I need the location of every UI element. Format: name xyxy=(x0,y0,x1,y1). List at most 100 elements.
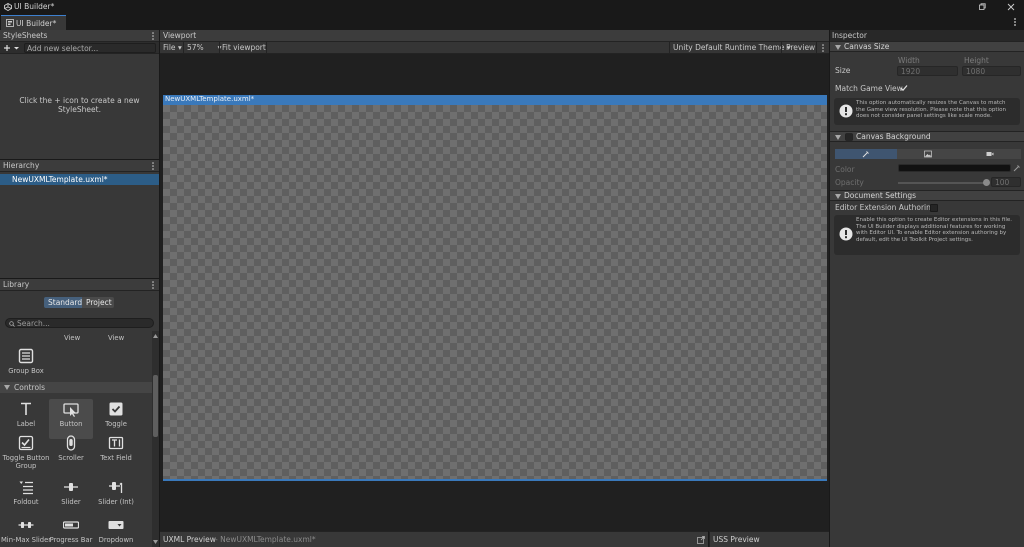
opacity-label: Opacity xyxy=(835,178,864,187)
tab-ui-builder[interactable]: UI Builder* xyxy=(1,15,66,30)
section-title: Canvas Background xyxy=(856,132,931,141)
section-canvas-size[interactable]: Canvas Size xyxy=(830,41,1024,52)
library-item-label: Dropdown xyxy=(98,536,134,544)
group-box-icon xyxy=(18,348,34,364)
opacity-field[interactable]: 100 xyxy=(991,177,1021,187)
window-menu-icon[interactable] xyxy=(1011,17,1019,27)
library-item-dropdown[interactable]: Dropdown xyxy=(94,515,138,547)
canvas-header[interactable]: NewUXMLTemplate.uxml* xyxy=(163,95,827,105)
tab-label: UI Builder* xyxy=(16,19,57,28)
stylesheets-body: Click the + icon to create a new StyleSh… xyxy=(0,54,159,159)
slider-icon xyxy=(64,483,78,491)
size-label: Size xyxy=(835,66,851,75)
library-item-slider-int[interactable]: Slider (Int) xyxy=(94,477,138,517)
bg-mode-color[interactable] xyxy=(835,149,897,159)
toolbar-separator xyxy=(219,42,220,53)
toolbar-separator xyxy=(669,42,670,53)
uxml-preview-label: UXML Preview xyxy=(163,535,216,544)
editor-extension-help: Enable this option to create Editor exte… xyxy=(834,215,1020,255)
library-item-label: Toggle xyxy=(105,420,127,428)
uxml-preview-bar[interactable]: UXML Preview - NewUXMLTemplate.uxml* xyxy=(160,531,708,547)
width-label: Width xyxy=(898,56,920,65)
preview-toggle[interactable]: Preview xyxy=(786,42,815,53)
theme-value: Unity Default Runtime Theme xyxy=(673,43,785,52)
tab-bar: UI Builder* xyxy=(0,14,1024,30)
library-item-label: Group Box xyxy=(8,367,44,375)
uss-preview-bar[interactable]: USS Preview xyxy=(709,531,829,547)
library-item-group-box[interactable]: Group Box xyxy=(4,346,48,386)
library-item-slider[interactable]: Slider xyxy=(49,477,93,517)
viewport-menu-icon[interactable] xyxy=(820,43,826,53)
file-menu[interactable]: File ▾ xyxy=(163,42,182,53)
library-scrollbar[interactable] xyxy=(152,331,159,547)
hierarchy-menu-icon[interactable] xyxy=(150,161,156,171)
library-item-scroller[interactable]: Scroller xyxy=(49,433,93,473)
section-title: Document Settings xyxy=(844,191,917,200)
close-window-icon[interactable] xyxy=(1006,2,1016,12)
stylesheets-title: StyleSheets xyxy=(3,31,48,40)
viewport-header: Viewport xyxy=(160,30,829,42)
canvas-background-checkbox[interactable] xyxy=(845,133,853,141)
library-item-foldout[interactable]: Foldout xyxy=(4,477,48,517)
library-item-min-max-slider[interactable]: Min-Max Slider xyxy=(1,515,51,547)
viewport-title: Viewport xyxy=(163,31,197,40)
library-section-controls[interactable]: Controls xyxy=(0,382,152,393)
section-canvas-background[interactable]: Canvas Background xyxy=(830,131,1024,142)
inspector-body: Canvas Size Width Height Size 1920 1080 … xyxy=(830,41,1024,547)
section-document-settings[interactable]: Document Settings xyxy=(830,190,1024,201)
library-header: Library xyxy=(0,279,159,291)
button-icon xyxy=(63,403,79,417)
search-icon xyxy=(9,321,15,327)
fit-viewport-button[interactable]: Fit viewport xyxy=(222,42,266,53)
toolbar-separator xyxy=(183,42,184,53)
add-selector-input[interactable]: Add new selector... xyxy=(24,43,156,53)
help-text: This option automatically resizes the Ca… xyxy=(856,100,1006,119)
stylesheets-menu-icon[interactable] xyxy=(150,31,156,41)
info-icon xyxy=(839,227,853,241)
canvas[interactable] xyxy=(163,105,827,479)
width-field[interactable]: 1920 xyxy=(897,66,958,76)
scroll-up-icon[interactable] xyxy=(153,334,158,338)
collapse-triangle-icon xyxy=(835,194,841,199)
library-search-input[interactable]: Search... xyxy=(5,318,154,328)
library-body: Standard Project Search... View View Gro… xyxy=(0,291,159,547)
inspector-title: Inspector xyxy=(832,31,867,40)
scroll-down-icon[interactable] xyxy=(153,540,158,544)
color-picker-icon[interactable] xyxy=(1013,164,1021,172)
open-external-icon[interactable] xyxy=(697,536,705,544)
height-label: Height xyxy=(964,56,989,65)
library-item-view-label: View xyxy=(108,334,125,342)
tab-project[interactable]: Project xyxy=(82,297,114,308)
width-value: 1920 xyxy=(901,67,921,76)
hierarchy-item-root[interactable]: NewUXMLTemplate.uxml* xyxy=(0,174,159,185)
restore-window-icon[interactable] xyxy=(977,2,987,12)
unity-logo-icon xyxy=(4,3,12,11)
camera-icon xyxy=(986,152,994,156)
title-bar: UI Builder* xyxy=(0,0,1024,14)
editor-extension-label: Editor Extension Authoring xyxy=(835,203,936,212)
library-item-progress-bar[interactable]: Progress Bar xyxy=(49,515,93,547)
match-game-view-checkbox[interactable] xyxy=(900,84,908,92)
uss-preview-label: USS Preview xyxy=(713,535,760,544)
bg-mode-image[interactable] xyxy=(897,149,959,159)
height-value: 1080 xyxy=(966,67,986,76)
editor-extension-checkbox[interactable] xyxy=(930,204,938,212)
library-item-text-field[interactable]: Text Field xyxy=(94,433,138,473)
library-item-toggle-button-group[interactable]: Toggle Button Group xyxy=(3,433,49,473)
tab-standard[interactable]: Standard xyxy=(44,297,82,308)
library-scroll-thumb[interactable] xyxy=(153,375,158,437)
zoom-dropdown[interactable]: 57%▾ xyxy=(187,42,221,53)
opacity-slider-handle[interactable] xyxy=(983,179,990,186)
theme-dropdown[interactable]: Unity Default Runtime Theme ▾ xyxy=(673,42,791,53)
inspector-header: Inspector xyxy=(830,30,1024,41)
dropdown-icon xyxy=(108,521,124,529)
add-stylesheet-button[interactable] xyxy=(2,43,22,53)
library-menu-icon[interactable] xyxy=(150,280,156,290)
hierarchy-item-label: NewUXMLTemplate.uxml* xyxy=(12,175,108,184)
height-field[interactable]: 1080 xyxy=(962,66,1021,76)
color-swatch[interactable] xyxy=(898,164,1011,172)
bg-mode-camera[interactable] xyxy=(959,149,1021,159)
opacity-slider-track[interactable] xyxy=(898,182,986,184)
collapse-triangle-icon xyxy=(835,45,841,50)
viewport-toolbar: File ▾ 57%▾ Fit viewport Unity Default R… xyxy=(160,42,829,54)
